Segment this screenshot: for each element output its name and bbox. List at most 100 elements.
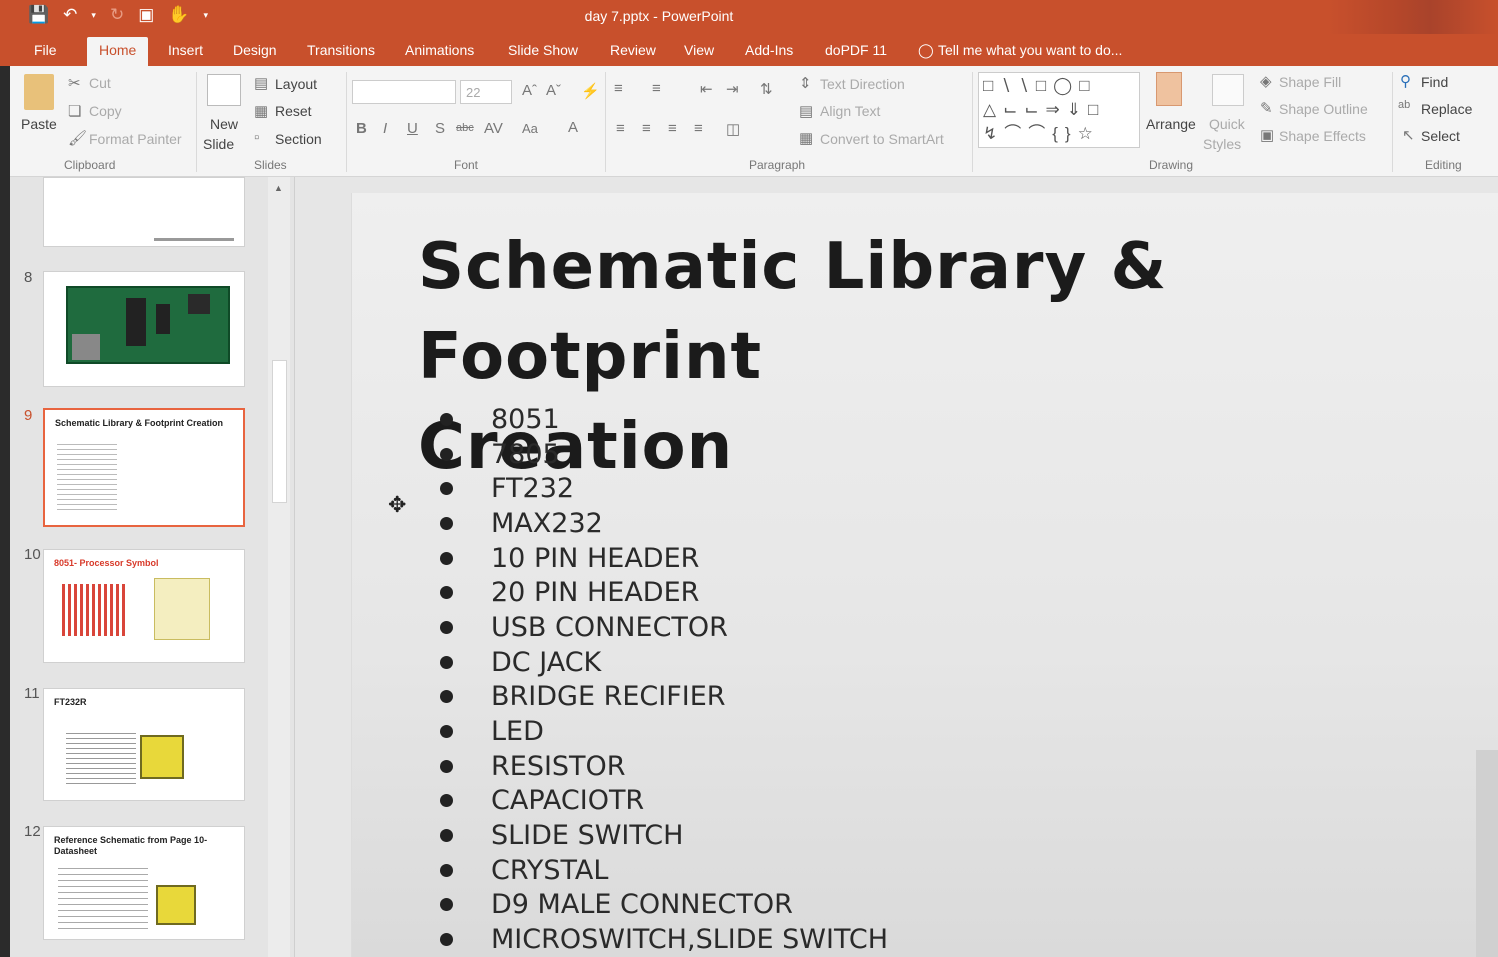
pen-icon[interactable]: ✎ bbox=[1260, 99, 1273, 117]
tab-add-ins[interactable]: Add-Ins bbox=[745, 42, 793, 58]
schematic-image bbox=[66, 729, 136, 785]
slide-scrollbar[interactable] bbox=[1476, 750, 1498, 957]
reset-button[interactable]: Reset bbox=[275, 103, 312, 119]
shape-fill-button[interactable]: Shape Fill bbox=[1279, 74, 1341, 90]
new-slide-button-line2[interactable]: Slide bbox=[203, 136, 234, 152]
align-right-icon[interactable]: ≡ bbox=[668, 120, 677, 137]
list-item: DC JACK bbox=[440, 645, 888, 680]
select-cursor-icon[interactable]: ↖ bbox=[1402, 126, 1415, 144]
align-text-button[interactable]: Align Text bbox=[820, 103, 880, 119]
copy-icon[interactable]: ❏ bbox=[68, 102, 81, 120]
italic-icon[interactable]: I bbox=[383, 120, 387, 137]
replace-icon[interactable]: ab bbox=[1398, 99, 1410, 111]
shadow-icon[interactable]: S bbox=[435, 120, 445, 137]
new-slide-button[interactable]: New bbox=[210, 116, 238, 132]
arrange-button[interactable]: Arrange bbox=[1146, 116, 1196, 132]
search-icon[interactable]: ⚲ bbox=[1400, 72, 1411, 90]
slide-thumbnail-8[interactable] bbox=[43, 271, 245, 387]
align-text-icon[interactable]: ▤ bbox=[799, 102, 813, 120]
slide-thumbnail-11[interactable]: FT232R bbox=[43, 688, 245, 801]
thumbnails-scroll-thumb[interactable] bbox=[272, 360, 287, 503]
slide-number: 12 bbox=[24, 823, 41, 840]
format-painter-button[interactable]: Format Painter bbox=[89, 131, 182, 147]
font-size-field[interactable]: 22 bbox=[460, 80, 512, 104]
strikethrough-icon[interactable]: abc bbox=[456, 122, 474, 134]
bold-icon[interactable]: B bbox=[356, 120, 367, 137]
align-left-icon[interactable]: ≡ bbox=[616, 120, 625, 137]
layout-button[interactable]: Layout bbox=[275, 76, 317, 92]
copy-button[interactable]: Copy bbox=[89, 103, 122, 119]
convert-smartart-button[interactable]: Convert to SmartArt bbox=[820, 131, 944, 147]
cut-icon[interactable]: ✂ bbox=[68, 74, 81, 92]
tell-me-search[interactable]: Tell me what you want to do... bbox=[938, 42, 1122, 58]
tab-transitions[interactable]: Transitions bbox=[307, 42, 375, 58]
font-color-icon[interactable]: A bbox=[568, 119, 578, 136]
grow-font-icon[interactable]: Aˆ bbox=[522, 82, 537, 99]
divider bbox=[346, 72, 347, 172]
paint-bucket-icon[interactable]: ◈ bbox=[1260, 72, 1272, 90]
editing-group-label: Editing bbox=[1425, 158, 1462, 172]
character-spacing-icon[interactable]: AV bbox=[484, 120, 503, 137]
quick-styles-button[interactable]: Quick bbox=[1209, 116, 1245, 132]
underline-icon[interactable]: U bbox=[407, 120, 418, 137]
section-button[interactable]: Section bbox=[275, 131, 322, 147]
slide-thumbnail-9[interactable]: Schematic Library & Footprint Creation bbox=[43, 408, 245, 527]
increase-indent-icon[interactable]: ⇥ bbox=[726, 80, 739, 98]
quick-styles-button-line2[interactable]: Styles bbox=[1203, 136, 1241, 152]
numbering-icon[interactable]: ≡ bbox=[652, 80, 661, 97]
slide-thumbnail-7[interactable] bbox=[43, 177, 245, 247]
columns-icon[interactable]: ◫ bbox=[726, 120, 740, 138]
paste-button[interactable]: Paste bbox=[21, 116, 57, 132]
layout-icon[interactable]: ▤ bbox=[254, 74, 268, 92]
new-slide-icon[interactable] bbox=[207, 74, 241, 106]
thumbnails-scrollbar[interactable] bbox=[268, 177, 290, 957]
tab-file[interactable]: File bbox=[34, 42, 57, 58]
tab-design[interactable]: Design bbox=[233, 42, 277, 58]
slide-thumbnail-10[interactable]: 8051- Processor Symbol bbox=[43, 549, 245, 663]
schematic-image bbox=[58, 863, 148, 933]
text-direction-icon[interactable]: ⇕ bbox=[799, 74, 812, 92]
text-direction-button[interactable]: Text Direction bbox=[820, 76, 905, 92]
reset-icon[interactable]: ▦ bbox=[254, 102, 268, 120]
paste-icon[interactable] bbox=[24, 74, 54, 110]
format-painter-icon[interactable]: 🖌 bbox=[68, 129, 87, 147]
arrange-icon[interactable] bbox=[1156, 72, 1182, 106]
tab-view[interactable]: View bbox=[684, 42, 714, 58]
divider bbox=[972, 72, 973, 172]
smartart-icon[interactable]: ▦ bbox=[799, 129, 813, 147]
font-name-field[interactable] bbox=[352, 80, 456, 104]
tab-animations[interactable]: Animations bbox=[405, 42, 474, 58]
shape-effects-icon[interactable]: ▣ bbox=[1260, 126, 1274, 144]
select-button[interactable]: Select bbox=[1421, 128, 1460, 144]
tab-insert[interactable]: Insert bbox=[168, 42, 203, 58]
slide-thumbnail-12[interactable]: Reference Schematic from Page 10- Datash… bbox=[43, 826, 245, 940]
shrink-font-icon[interactable]: Aˇ bbox=[546, 82, 561, 99]
slide-number: 8 bbox=[24, 269, 33, 286]
tab-review[interactable]: Review bbox=[610, 42, 656, 58]
section-icon[interactable]: ▫ bbox=[254, 129, 259, 146]
shape-effects-button[interactable]: Shape Effects bbox=[1279, 128, 1366, 144]
shapes-gallery[interactable]: □∖∖□◯□ △⌙⌙⇒⇓□ ↯⌒⌒{}☆ bbox=[978, 72, 1140, 148]
ribbon-home: Paste ✂ Cut ❏ Copy 🖌 Format Painter Clip… bbox=[10, 66, 1498, 177]
find-button[interactable]: Find bbox=[1421, 74, 1448, 90]
clear-formatting-icon[interactable]: ⚡ bbox=[581, 82, 600, 100]
align-center-icon[interactable]: ≡ bbox=[642, 120, 651, 137]
title-bar: 💾 ↶ ▾ ↻ ▣ ✋ ▾ day 7.pptx - PowerPoint bbox=[0, 0, 1498, 34]
bullets-icon[interactable]: ≡ bbox=[614, 80, 623, 97]
quick-styles-icon[interactable] bbox=[1212, 74, 1244, 106]
line-spacing-icon[interactable]: ⇅ bbox=[760, 80, 773, 98]
replace-button[interactable]: Replace bbox=[1421, 101, 1472, 117]
scroll-up-arrow-icon[interactable]: ▲ bbox=[274, 183, 283, 193]
justify-icon[interactable]: ≡ bbox=[694, 120, 703, 137]
tab-dopdf[interactable]: doPDF 11 bbox=[825, 42, 887, 58]
tab-home[interactable]: Home bbox=[87, 37, 149, 66]
slide-number: 10 bbox=[24, 546, 41, 563]
slide-bullet-list[interactable]: 8051 7805 FT232 MAX232 10 PIN HEADER 20 … bbox=[440, 402, 888, 957]
lightbulb-icon: ◯ bbox=[918, 42, 934, 58]
cut-button[interactable]: Cut bbox=[89, 75, 111, 91]
change-case-icon[interactable]: Aa bbox=[522, 121, 538, 136]
shape-outline-button[interactable]: Shape Outline bbox=[1279, 101, 1368, 117]
list-item: MAX232 bbox=[440, 506, 888, 541]
tab-slide-show[interactable]: Slide Show bbox=[508, 42, 578, 58]
decrease-indent-icon[interactable]: ⇤ bbox=[700, 80, 713, 98]
